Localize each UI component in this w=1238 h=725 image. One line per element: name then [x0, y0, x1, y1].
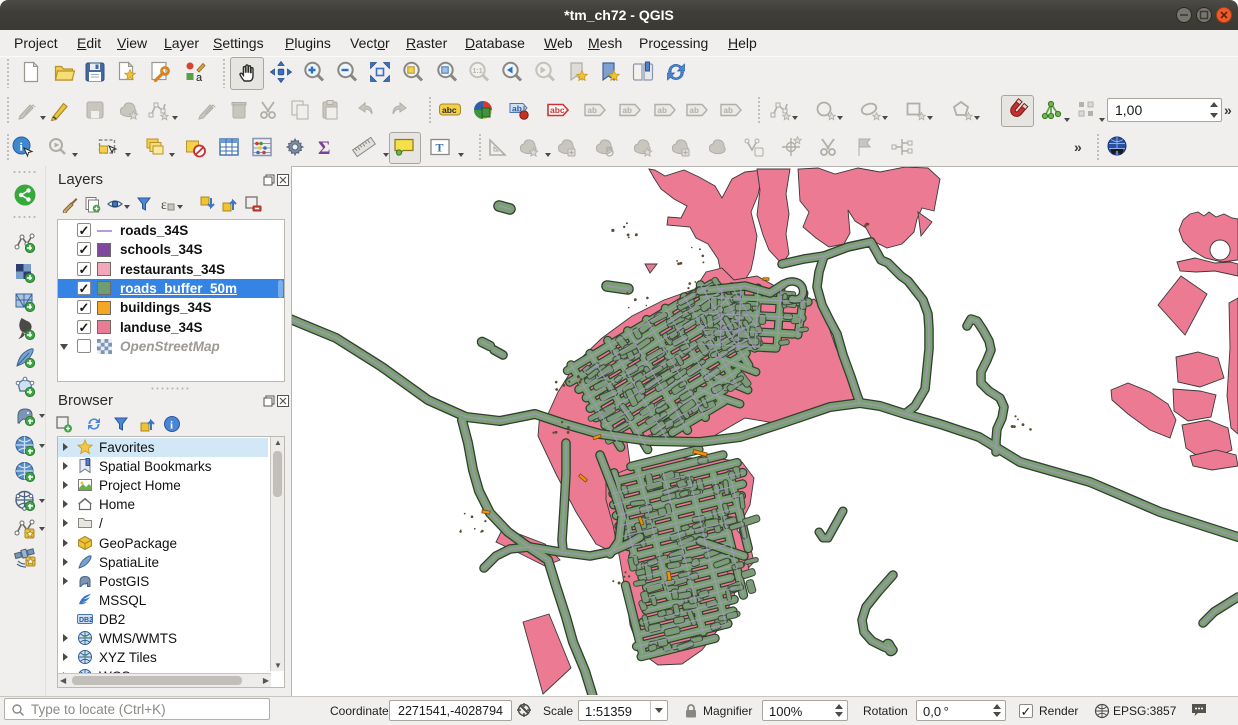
svg-text:Σ: Σ [318, 138, 330, 159]
svg-text:i: i [170, 420, 173, 432]
svg-text:a: a [196, 72, 203, 84]
svg-text:T: T [436, 141, 444, 155]
svg-text:abc: abc [442, 105, 457, 115]
svg-text:ab: ab [690, 106, 699, 115]
svg-text:ab: ab [623, 106, 632, 115]
svg-text:abc: abc [550, 105, 565, 115]
svg-text:1:1: 1:1 [473, 68, 483, 75]
svg-text:ab: ab [658, 106, 667, 115]
svg-text:ab: ab [588, 106, 597, 115]
svg-text:ε: ε [161, 198, 167, 213]
svg-text:ab: ab [724, 106, 733, 115]
svg-text:DB2: DB2 [79, 617, 93, 624]
